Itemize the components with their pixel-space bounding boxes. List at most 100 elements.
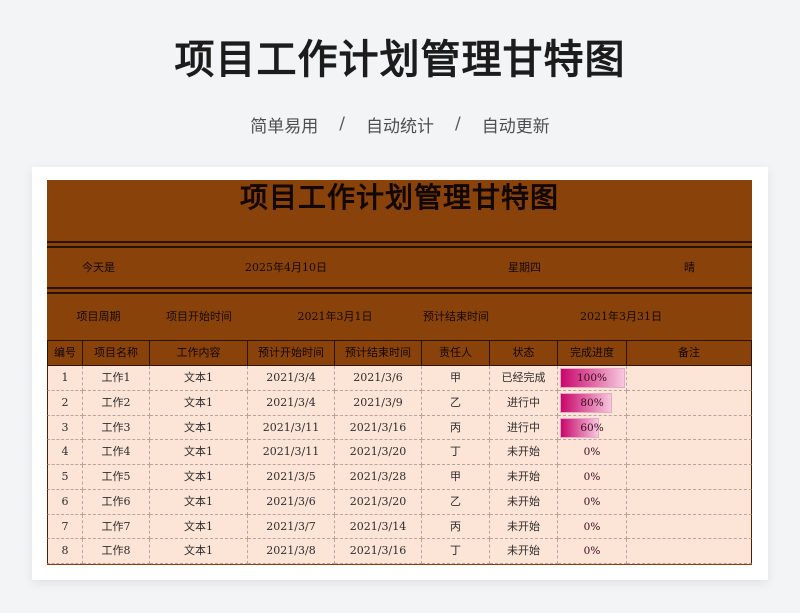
progress-label: 0%	[583, 520, 601, 533]
period-label: 项目周期	[76, 310, 121, 323]
progress-cell: 0%	[558, 465, 627, 490]
row-number-cell: 5	[47, 465, 83, 490]
owner-cell: 乙	[422, 390, 490, 416]
column-header-planned-end: 预计结束时间	[335, 341, 422, 365]
status-cell: 进行中	[490, 390, 558, 416]
work-content-cell: 文本1	[150, 415, 248, 441]
progress-label: 60%	[580, 421, 604, 434]
notes-cell	[627, 390, 752, 416]
table-row: 5 工作5 文本1 2021/3/5 2021/3/28 甲未开始 0%	[47, 465, 752, 490]
planned-end-cell: 2021/3/20	[335, 440, 422, 465]
progress-cell: 60%	[558, 415, 627, 441]
subtitle: 简单易用 / 自动统计 / 自动更新	[0, 112, 800, 137]
column-header-notes: 备注	[627, 341, 752, 365]
column-header-project-name: 项目名称	[83, 341, 150, 365]
double-divider	[47, 241, 752, 248]
subtitle-separator: /	[339, 114, 345, 134]
spreadsheet: 项目工作计划管理甘特图 今天是 2025年4月10日 星期四 晴 项目周期 项目…	[47, 180, 752, 565]
planned-start-cell: 2021/3/7	[248, 514, 335, 540]
double-divider	[47, 287, 752, 294]
row-number-cell: 6	[47, 489, 83, 515]
planned-end-cell: 2021/3/28	[335, 465, 422, 490]
owner-cell: 丙	[422, 514, 490, 540]
weekday: 星期四	[508, 261, 541, 274]
planned-end-cell: 2021/3/6	[335, 366, 422, 391]
subtitle-item-auto-statistics: 自动统计	[366, 116, 434, 137]
planned-start-cell: 2021/3/11	[248, 440, 335, 465]
progress-label: 0%	[583, 446, 601, 459]
project-name-cell: 工作6	[83, 489, 150, 515]
weather: 晴	[684, 261, 695, 274]
row-number-cell: 8	[47, 539, 83, 564]
project-name-cell: 工作2	[83, 390, 150, 416]
status-cell: 未开始	[490, 440, 558, 465]
work-content-cell: 文本1	[150, 465, 248, 490]
notes-cell	[627, 415, 752, 441]
project-period-row: 项目周期 项目开始时间 2021年3月1日 预计结束时间 2021年3月31日	[47, 294, 752, 340]
planned-end-cell: 2021/3/14	[335, 514, 422, 540]
progress-label: 0%	[583, 495, 601, 508]
notes-cell	[627, 489, 752, 515]
owner-cell: 甲	[422, 465, 490, 490]
planned-start-cell: 2021/3/8	[248, 539, 335, 564]
row-number-cell: 2	[47, 390, 83, 416]
planned-start-cell: 2021/3/4	[248, 390, 335, 416]
work-content-cell: 文本1	[150, 539, 248, 564]
project-name-cell: 工作7	[83, 514, 150, 540]
column-header-planned-start: 预计开始时间	[248, 341, 335, 365]
status-cell: 未开始	[490, 489, 558, 515]
today-info-row: 今天是 2025年4月10日 星期四 晴	[47, 248, 752, 288]
progress-cell: 0%	[558, 514, 627, 540]
progress-cell: 0%	[558, 539, 627, 564]
notes-cell	[627, 366, 752, 391]
today-date: 2025年4月10日	[245, 261, 327, 274]
today-label: 今天是	[82, 261, 115, 274]
owner-cell: 甲	[422, 366, 490, 391]
column-header-status: 状态	[490, 341, 558, 365]
table-body: 1 工作1 文本1 2021/3/4 2021/3/6 甲已经完成 100% 2 工作2 文本1 2…	[47, 366, 752, 564]
table-row: 6 工作6 文本1 2021/3/6 2021/3/20 乙未开始 0%	[47, 489, 752, 515]
subtitle-item-easy-to-use: 简单易用	[250, 116, 319, 137]
status-cell: 未开始	[490, 514, 558, 540]
work-content-cell: 文本1	[150, 440, 248, 465]
planned-end-cell: 2021/3/16	[335, 539, 422, 564]
project-name-cell: 工作5	[83, 465, 150, 490]
notes-cell	[627, 465, 752, 490]
table-row: 1 工作1 文本1 2021/3/4 2021/3/6 甲已经完成 100%	[47, 366, 752, 391]
work-content-cell: 文本1	[150, 390, 248, 416]
row-number-cell: 1	[47, 366, 83, 391]
project-name-cell: 工作4	[83, 440, 150, 465]
table-header-row: 编号 项目名称 工作内容 预计开始时间 预计结束时间 责任人 状态 完成进度 备…	[47, 340, 752, 366]
table-row: 3 工作3 文本1 2021/3/11 2021/3/16 丙进行中 60%	[47, 415, 752, 441]
work-content-cell: 文本1	[150, 514, 248, 540]
task-table: 编号 项目名称 工作内容 预计开始时间 预计结束时间 责任人 状态 完成进度 备…	[47, 340, 752, 564]
status-cell: 已经完成	[490, 366, 558, 391]
owner-cell: 丁	[422, 539, 490, 564]
row-number-cell: 4	[47, 440, 83, 465]
project-name-cell: 工作8	[83, 539, 150, 564]
planned-end-cell: 2021/3/9	[335, 390, 422, 416]
table-row: 4 工作4 文本1 2021/3/11 2021/3/20 丁未开始 0%	[47, 440, 752, 465]
progress-label: 80%	[580, 396, 604, 409]
subtitle-item-auto-update: 自动更新	[481, 116, 550, 137]
row-number-cell: 3	[47, 415, 83, 441]
work-content-cell: 文本1	[150, 489, 248, 515]
notes-cell	[627, 514, 752, 540]
status-cell: 未开始	[490, 539, 558, 564]
progress-cell: 0%	[558, 489, 627, 515]
start-label: 项目开始时间	[166, 310, 232, 323]
planned-start-cell: 2021/3/5	[248, 465, 335, 490]
column-header-progress: 完成进度	[558, 341, 627, 365]
status-cell: 未开始	[490, 465, 558, 490]
owner-cell: 丙	[422, 415, 490, 441]
planned-start-cell: 2021/3/4	[248, 366, 335, 391]
start-date: 2021年3月1日	[297, 310, 373, 323]
column-header-work-content: 工作内容	[150, 341, 248, 365]
progress-cell: 100%	[558, 366, 627, 391]
planned-start-cell: 2021/3/6	[248, 489, 335, 515]
planned-start-cell: 2021/3/11	[248, 415, 335, 441]
progress-label: 0%	[583, 471, 601, 483]
subtitle-separator: /	[455, 114, 461, 134]
notes-cell	[627, 440, 752, 465]
notes-cell	[627, 539, 752, 564]
